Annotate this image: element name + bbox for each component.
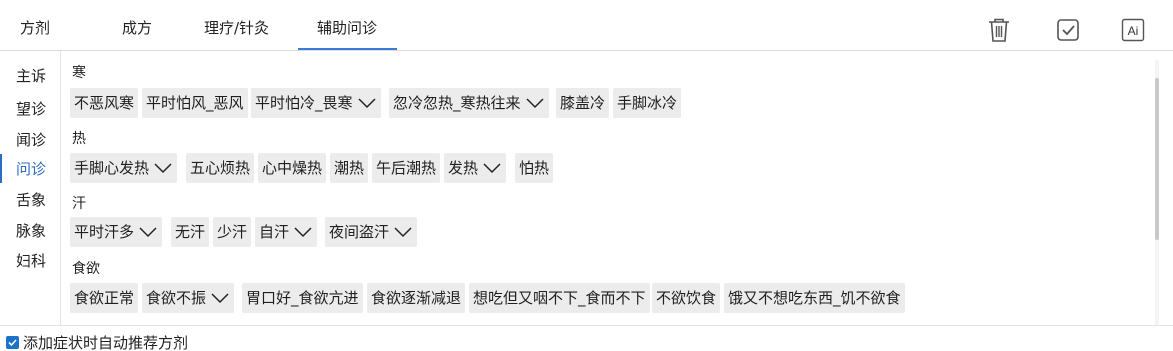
ai-button[interactable]: Ai [1121,17,1145,43]
symptom-chip[interactable]: 潮热 [330,153,369,183]
symptom-chip[interactable]: 五心烦热 [186,153,255,183]
checkbox-icon [1057,19,1079,41]
sidebar-item-maixiang[interactable]: 脉象 [16,221,46,241]
symptom-chip-dropdown[interactable]: 手脚心发热 [70,153,178,183]
trash-icon [989,18,1009,42]
symptom-chip[interactable]: 饿又不想吃东西_饥不欲食 [724,283,905,313]
group-title-appetite: 食欲 [72,261,100,277]
symptom-chip[interactable]: 怕热 [515,153,554,183]
tab-liliao-zhenjiu[interactable]: 理疗/针灸 [204,0,269,50]
chevron-down-icon [357,98,376,109]
sidebar-item-wenzhen-listen[interactable]: 闻诊 [16,130,46,150]
symptom-chip[interactable]: 平时怕风_恶风 [142,88,248,118]
chevron-down-icon [154,163,172,174]
chevron-down-icon [139,227,157,238]
chevron-down-icon [211,293,229,304]
chevron-down-icon [294,227,312,238]
group-title-cold: 寒 [72,65,86,81]
symptom-chip[interactable]: 想吃但又咽不下_食而不下 [469,283,650,313]
sidebar-item-wenzhen-ask[interactable]: 问诊 [16,159,46,179]
sidebar-item-fuke[interactable]: 妇科 [16,251,46,271]
active-nav-marker [0,154,2,183]
symptom-chip[interactable]: 食欲逐渐减退 [367,283,466,313]
vertical-scrollbar[interactable] [1150,60,1164,325]
symptom-chip[interactable]: 少汗 [213,217,252,247]
check-icon [8,339,17,347]
symptom-chip-dropdown[interactable]: 平时怕冷_畏寒 [251,88,381,118]
symptom-chip[interactable]: 不欲饮食 [652,283,721,313]
symptom-chip[interactable]: 膝盖冷 [556,88,610,118]
tab-chengfang[interactable]: 成方 [122,0,152,50]
group-title-sweat: 汗 [72,196,86,212]
category-sidebar: 主诉 望诊 闻诊 问诊 舌象 脉象 妇科 [0,51,61,325]
active-tab-underline [298,48,397,50]
scrollbar-thumb[interactable] [1155,78,1159,240]
sidebar-item-wangzhen[interactable]: 望诊 [16,99,46,119]
delete-button[interactable] [987,17,1011,43]
symptom-chip-dropdown[interactable]: 食欲不振 [142,283,235,313]
symptom-chip[interactable]: 心中燥热 [258,153,327,183]
symptom-chip-dropdown[interactable]: 自汗 [255,217,318,247]
chevron-down-icon [483,163,501,174]
chevron-down-icon [394,227,412,238]
symptom-chip[interactable]: 不恶风寒 [70,88,139,118]
symptom-chip[interactable]: 午后潮热 [372,153,441,183]
auto-recommend-checkbox[interactable] [6,336,19,349]
symptom-chip[interactable]: 手脚冰冷 [613,88,682,118]
symptom-chip[interactable]: 胃口好_食欲亢进 [242,283,363,313]
symptom-chip[interactable]: 无汗 [171,217,210,247]
symptom-chip[interactable]: 食欲正常 [70,283,139,313]
symptom-chip-dropdown[interactable]: 平时汗多 [70,217,163,247]
symptom-chip-dropdown[interactable]: 忽冷忽热_寒热往来 [389,88,549,118]
sidebar-item-shexiang[interactable]: 舌象 [16,190,46,210]
tab-fuzhu-wenzhen[interactable]: 辅助问诊 [317,0,377,50]
group-title-heat: 热 [72,131,86,147]
tab-fangji[interactable]: 方剂 [20,0,50,50]
sidebar-item-zhusu[interactable]: 主诉 [16,66,46,86]
ai-icon: Ai [1121,18,1145,42]
symptom-panel: 寒 不恶风寒 平时怕风_恶风 平时怕冷_畏寒 忽冷忽热_寒热往来 膝盖冷 手脚冰… [62,51,1158,325]
auto-recommend-label: 添加症状时自动推荐方剂 [23,334,189,351]
symptom-chip-dropdown[interactable]: 夜间盗汗 [325,217,418,247]
chevron-down-icon [525,98,544,109]
top-tab-bar: 方剂 成方 理疗/针灸 辅助问诊 Ai [0,0,1173,51]
footer-bar: 添加症状时自动推荐方剂 [0,325,1173,351]
ai-label: Ai [1128,24,1139,38]
symptom-chip-dropdown[interactable]: 发热 [444,153,507,183]
confirm-button[interactable] [1056,17,1080,43]
